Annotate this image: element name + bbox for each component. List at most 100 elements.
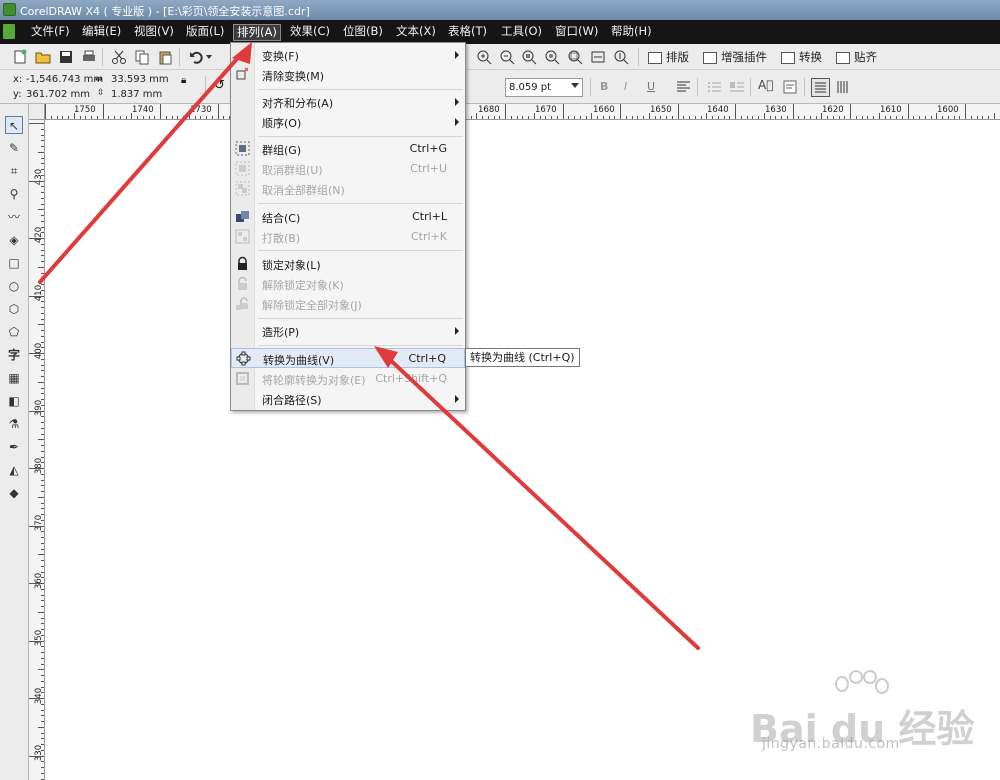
paste-icon[interactable]	[157, 49, 173, 65]
italic-icon[interactable]: I	[624, 80, 627, 93]
pick-tool-icon: ↖	[8, 119, 20, 133]
menu-effects[interactable]: 效果(C)	[287, 24, 333, 41]
text-tool[interactable]: 字	[5, 346, 23, 364]
menu-view[interactable]: 视图(V)	[131, 24, 177, 41]
crop-tool[interactable]: ⌗	[5, 162, 23, 180]
zoom-page-width-icon[interactable]	[590, 49, 606, 65]
undo-dropdown-arrow-icon[interactable]	[206, 55, 212, 59]
width-field[interactable]: 33.593 mm	[111, 74, 169, 85]
ruler-tick	[689, 116, 690, 119]
zoom-in-icon[interactable]	[476, 49, 492, 65]
polygon-tool[interactable]: ⬡	[5, 300, 23, 318]
menu-edit[interactable]: 编辑(E)	[79, 24, 124, 41]
ruler-tick	[41, 462, 44, 464]
menu-text[interactable]: 文本(X)	[393, 24, 439, 41]
menu-item-unlock-object[interactable]: 解除锁定对象(K)	[231, 274, 465, 294]
bullets-icon[interactable]	[706, 79, 722, 95]
menu-bitmaps[interactable]: 位图(B)	[340, 24, 386, 41]
unlock-icon	[238, 276, 247, 290]
horizontal-text-icon[interactable]	[811, 78, 830, 97]
menu-item-convert-to-curves[interactable]: 转换为曲线(V) Ctrl+Q	[231, 348, 465, 368]
basic-shapes-tool[interactable]: ⬠	[5, 323, 23, 341]
interactive-fill-tool[interactable]: ◆	[5, 484, 23, 502]
horizontal-ruler[interactable]: 1750 1740 1730 1680 1670 1660 1650 1640 …	[29, 104, 1000, 120]
save-icon[interactable]	[58, 49, 74, 65]
menu-item-ungroup[interactable]: 取消群组(U) Ctrl+U	[231, 159, 465, 179]
plugin-enhance-button[interactable]: 增强插件	[703, 48, 767, 66]
menu-item-order[interactable]: 顺序(O)	[231, 112, 465, 132]
ruler-tick	[68, 116, 69, 119]
outline-tool[interactable]: ✒	[5, 438, 23, 456]
menu-item-unlock-all-objects[interactable]: 解除锁定全部对象(J)	[231, 294, 465, 314]
x-position-field[interactable]: -1,546.743 mm	[26, 74, 103, 85]
menu-item-ungroup-all[interactable]: 取消全部群组(N)	[231, 179, 465, 199]
open-folder-icon[interactable]	[35, 49, 51, 65]
menu-window[interactable]: 窗口(W)	[552, 24, 601, 41]
rotate-icon[interactable]: ↺	[214, 78, 225, 93]
drop-cap-icon[interactable]	[729, 79, 745, 95]
fill-tool[interactable]: ◭	[5, 461, 23, 479]
cut-icon[interactable]	[111, 49, 127, 65]
ruler-tick	[786, 116, 788, 119]
document-icon[interactable]	[3, 24, 15, 39]
shape-tool[interactable]: ✎	[5, 139, 23, 157]
ruler-label: 1660	[593, 105, 615, 115]
copy-icon[interactable]	[134, 49, 150, 65]
edit-text-icon[interactable]	[782, 79, 798, 95]
menu-item-lock-object[interactable]: 锁定对象(L)	[231, 254, 465, 274]
menu-item-shaping[interactable]: 造形(P)	[231, 321, 465, 341]
bold-icon[interactable]: B	[600, 80, 608, 93]
eyedropper-tool[interactable]: ⚗	[5, 415, 23, 433]
new-document-icon[interactable]	[12, 49, 28, 65]
menu-item-combine[interactable]: 结合(C) Ctrl+L	[231, 207, 465, 227]
zoom-page-height-icon[interactable]	[613, 49, 629, 65]
vertical-text-icon[interactable]	[835, 79, 851, 95]
ruler-tick	[470, 116, 472, 119]
freehand-tool[interactable]: 〰	[5, 208, 23, 226]
ruler-tick	[41, 456, 44, 458]
menu-layout[interactable]: 版面(L)	[183, 24, 227, 41]
zoom-selected-icon[interactable]	[521, 49, 537, 65]
menu-tools[interactable]: 工具(O)	[498, 24, 545, 41]
text-align-icon[interactable]	[676, 79, 692, 95]
font-size-field[interactable]: 8.059 pt	[505, 78, 583, 97]
menu-item-close-path[interactable]: 闭合路径(S)	[231, 389, 465, 409]
y-position-field[interactable]: 361.702 mm	[26, 89, 90, 100]
undo-icon[interactable]	[188, 49, 204, 65]
menu-item-group[interactable]: 群组(G) Ctrl+G	[231, 139, 465, 159]
menu-item-align-distribute[interactable]: 对齐和分布(A)	[231, 92, 465, 112]
character-format-icon[interactable]: A⃞	[758, 78, 773, 92]
print-icon[interactable]	[81, 49, 97, 65]
zoom-all-icon[interactable]	[544, 49, 560, 65]
ruler-tick	[41, 226, 44, 228]
rectangle-tool[interactable]: □	[5, 254, 23, 272]
plugin-convert-button[interactable]: 转换	[781, 48, 822, 66]
height-field[interactable]: 1.837 mm	[111, 89, 162, 100]
vertical-ruler[interactable]: 430 420 410 400 390 380 370 360 350 340 …	[29, 120, 45, 780]
plugin-typesetting-button[interactable]: 排版	[648, 48, 689, 66]
lock-ratio-icon[interactable]: 🔒︎	[181, 75, 186, 86]
ellipse-tool[interactable]: ○	[5, 277, 23, 295]
menu-item-convert-outline-to-object[interactable]: 将轮廓转换为对象(E) Ctrl+Shift+Q	[231, 369, 465, 389]
font-size-dropdown-icon[interactable]	[571, 83, 579, 88]
ruler-tick	[102, 104, 104, 119]
underline-icon[interactable]: U	[647, 80, 655, 93]
plugin-snap-button[interactable]: 贴齐	[836, 48, 877, 66]
smart-fill-tool[interactable]: ◈	[5, 231, 23, 249]
ruler-tick	[482, 116, 483, 119]
ruler-origin[interactable]	[29, 104, 45, 120]
table-tool[interactable]: ▦	[5, 369, 23, 387]
menu-item-transform[interactable]: 变换(F)	[231, 45, 465, 65]
menu-help[interactable]: 帮助(H)	[608, 24, 655, 41]
menu-file[interactable]: 文件(F)	[28, 24, 73, 41]
zoom-page-icon[interactable]	[567, 49, 583, 65]
zoom-out-icon[interactable]	[499, 49, 515, 65]
menu-item-break-apart[interactable]: 打散(B) Ctrl+K	[231, 227, 465, 247]
menu-table[interactable]: 表格(T)	[445, 24, 490, 41]
pick-tool[interactable]: ↖	[5, 116, 23, 134]
zoom-tool[interactable]: ⚲	[5, 185, 23, 203]
interactive-blend-tool[interactable]: ◧	[5, 392, 23, 410]
menu-arrange[interactable]: 排列(A)	[233, 24, 281, 41]
ruler-label: 1730	[190, 105, 212, 115]
menu-item-clear-transform[interactable]: 清除变换(M)	[231, 65, 465, 85]
